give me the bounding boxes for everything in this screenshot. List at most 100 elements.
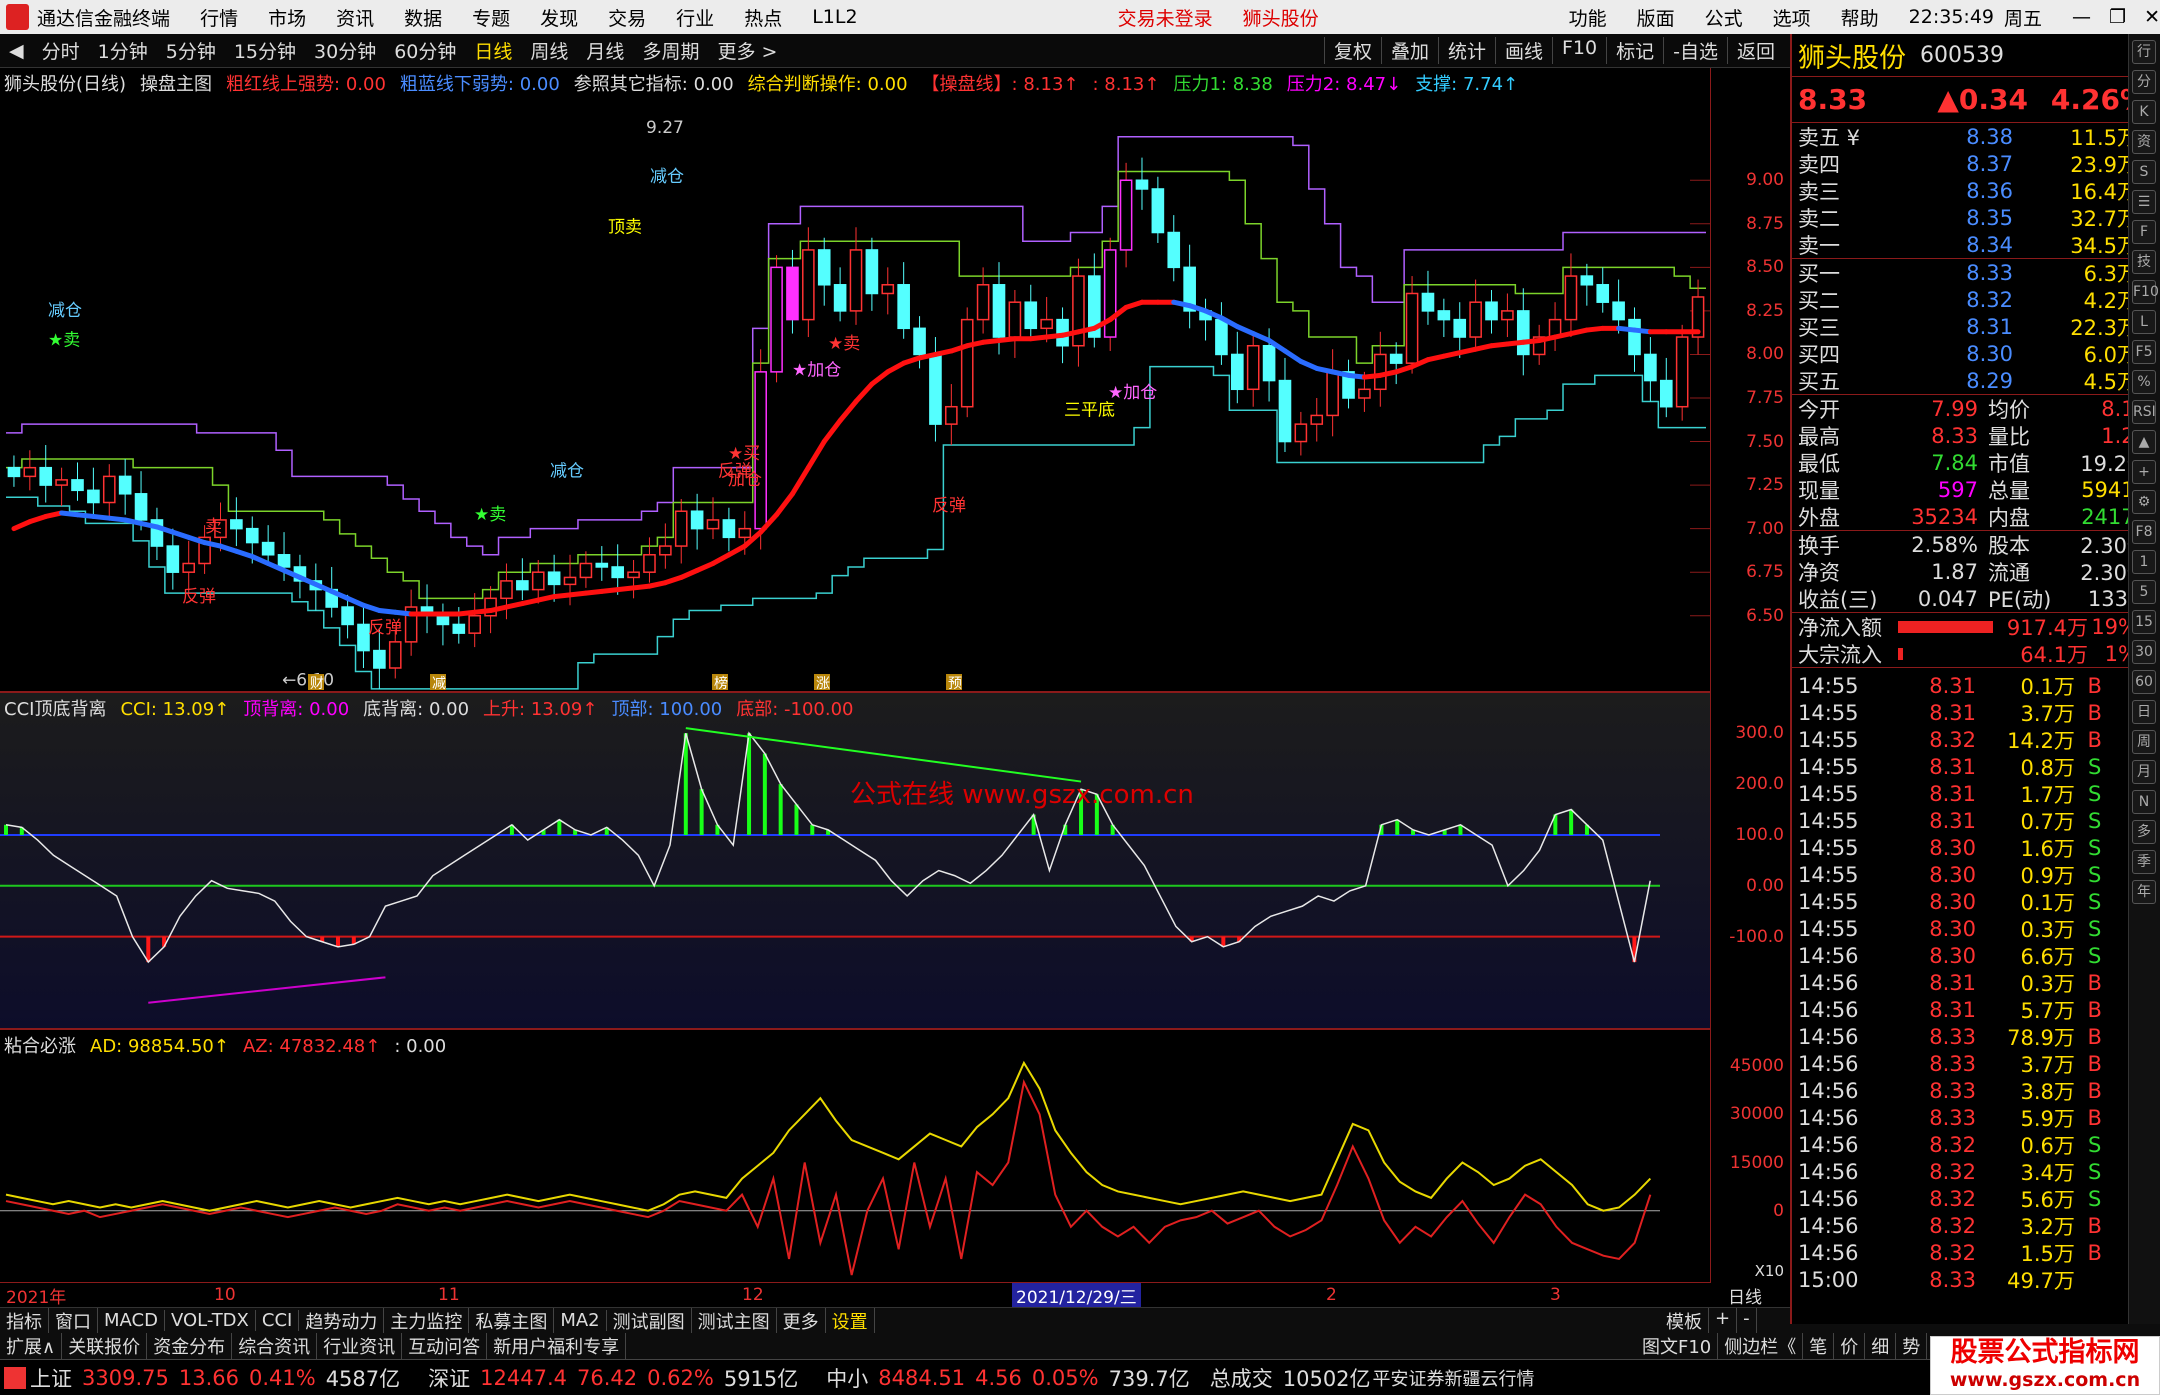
menu-item[interactable]: 数据 xyxy=(404,4,442,31)
sidebar-button[interactable]: 1 xyxy=(2132,550,2156,574)
extension-right-tab[interactable]: 图文F10 xyxy=(1636,1333,1719,1359)
login-status[interactable]: 交易未登录 xyxy=(1118,4,1213,31)
extension-right-tab[interactable]: 侧边栏《 xyxy=(1718,1333,1804,1359)
sidebar-button[interactable]: ▲ xyxy=(2132,430,2156,454)
sidebar-button[interactable]: F xyxy=(2132,220,2156,244)
menu-item[interactable]: 行情 xyxy=(200,4,238,31)
menu-item[interactable]: 版面 xyxy=(1637,4,1675,31)
tool-button[interactable]: 叠加 xyxy=(1380,37,1438,64)
close-icon[interactable]: ✕ xyxy=(2144,6,2160,28)
sidebar-button[interactable]: 分 xyxy=(2132,70,2156,94)
extension-tab[interactable]: 资金分布 xyxy=(147,1333,233,1359)
tick-list[interactable]: 14:558.310.1万B114:558.313.7万B114:558.321… xyxy=(1792,667,2160,1293)
period-tab[interactable]: 1分钟 xyxy=(89,37,157,64)
indicator-tab[interactable]: MA2 xyxy=(554,1310,607,1331)
sidebar-button[interactable]: + xyxy=(2132,460,2156,484)
extension-tab[interactable]: 互动问答 xyxy=(402,1333,488,1359)
sidebar-button[interactable]: F8 xyxy=(2132,520,2156,544)
order-book-row[interactable]: 买一 8.33 6.3万 xyxy=(1792,259,2160,286)
indicator-tab[interactable]: 主力监控 xyxy=(384,1308,470,1333)
period-tab[interactable]: 更多 > xyxy=(708,37,786,64)
order-book-row[interactable]: 买四 8.30 6.0万 xyxy=(1792,340,2160,367)
indicator-tab[interactable]: MACD xyxy=(98,1310,165,1331)
cci-chart[interactable]: 公式在线 www.gszx.com.cn xyxy=(0,693,1710,1028)
cci-panel[interactable]: CCI顶底背离 CCI: 13.09↑ 顶背离: 0.00 底背离: 0.00 上升: … xyxy=(0,693,1710,1030)
sidebar-button[interactable]: F5 xyxy=(2132,340,2156,364)
sidebar-button[interactable]: 季 xyxy=(2132,850,2156,874)
tool-button[interactable]: 返回 xyxy=(1726,37,1784,64)
extension-right-tab[interactable]: 笔 xyxy=(1803,1333,1835,1359)
order-book-row[interactable]: 卖三 8.36 16.4万 xyxy=(1792,177,2160,204)
menu-item[interactable]: 交易 xyxy=(608,4,646,31)
order-book-row[interactable]: 卖四 8.37 23.9万 xyxy=(1792,150,2160,177)
template-button[interactable]: - xyxy=(1737,1308,1757,1333)
indicator-tab[interactable]: 更多 xyxy=(777,1308,826,1333)
sidebar-button[interactable]: 30 xyxy=(2132,640,2156,664)
sidebar-button[interactable]: K xyxy=(2132,100,2156,124)
back-icon[interactable]: ◀ xyxy=(0,40,33,62)
sidebar-button[interactable]: 5 xyxy=(2132,580,2156,604)
restore-icon[interactable]: ❐ xyxy=(2109,6,2126,28)
sidebar-button[interactable]: N xyxy=(2132,790,2156,814)
tool-button[interactable]: 复权 xyxy=(1323,37,1381,64)
index-name[interactable]: 深证 xyxy=(428,1363,470,1393)
menu-item[interactable]: 热点 xyxy=(744,4,782,31)
main-chart-panel[interactable]: 狮头股份(日线) 操盘主图 粗红线上强势: 0.00 粗蓝线下弱势: 0.00 参照其它… xyxy=(0,68,1710,693)
ad-chart[interactable] xyxy=(0,1030,1710,1282)
order-book-row[interactable]: 卖五 ¥ 8.38 11.5万 xyxy=(1792,123,2160,150)
tool-button[interactable]: 标记 xyxy=(1606,37,1663,64)
period-tab[interactable]: 周线 xyxy=(521,37,577,64)
menu-item[interactable]: 行业 xyxy=(676,4,714,31)
indicator-tab[interactable]: 指标 xyxy=(0,1308,49,1333)
tool-button[interactable]: F10 xyxy=(1552,37,1606,64)
indicator-tab[interactable]: VOL-TDX xyxy=(165,1310,256,1331)
period-tab[interactable]: 15分钟 xyxy=(225,37,305,64)
sidebar-button[interactable]: 15 xyxy=(2132,610,2156,634)
sidebar-button[interactable]: 资 xyxy=(2132,130,2156,154)
menu-item[interactable]: 帮助 xyxy=(1841,4,1879,31)
sidebar-button[interactable]: 行 xyxy=(2132,40,2156,64)
period-tab[interactable]: 30分钟 xyxy=(305,37,385,64)
order-book-row[interactable]: 买二 8.32 4.2万 xyxy=(1792,286,2160,313)
order-book-row[interactable]: 卖二 8.35 32.7万 xyxy=(1792,204,2160,231)
menu-item[interactable]: 公式 xyxy=(1705,4,1743,31)
menu-item[interactable]: L1L2 xyxy=(812,6,857,28)
extension-tab[interactable]: 新用户福利专享 xyxy=(487,1333,627,1359)
sidebar-button[interactable]: S xyxy=(2132,160,2156,184)
menu-item[interactable]: 选项 xyxy=(1773,4,1811,31)
sidebar-button[interactable]: RSI xyxy=(2132,400,2156,424)
extension-tab[interactable]: 综合资讯 xyxy=(232,1333,318,1359)
indicator-tab[interactable]: 窗口 xyxy=(49,1308,98,1333)
menu-item[interactable]: 发现 xyxy=(540,4,578,31)
extension-tab[interactable]: 关联报价 xyxy=(62,1333,148,1359)
menu-item[interactable]: 资讯 xyxy=(336,4,374,31)
indicator-tab[interactable]: CCI xyxy=(256,1310,300,1331)
tool-button[interactable]: -自选 xyxy=(1663,37,1727,64)
sidebar-button[interactable]: L xyxy=(2132,310,2156,334)
minimize-icon[interactable]: — xyxy=(2072,6,2091,28)
tool-button[interactable]: 统计 xyxy=(1437,37,1495,64)
index-name[interactable]: 中小 xyxy=(826,1363,868,1393)
period-tab[interactable]: 分时 xyxy=(33,37,89,64)
sidebar-button[interactable]: 年 xyxy=(2132,880,2156,904)
extension-tab[interactable]: 行业资讯 xyxy=(317,1333,403,1359)
indicator-tab[interactable]: 趋势动力 xyxy=(299,1308,385,1333)
sidebar-button[interactable]: 技 xyxy=(2132,250,2156,274)
candlestick-chart[interactable]: 减仓★卖反弹卖反弹减仓★卖顶卖减仓9.27★买反弹加仓★加仓★卖反弹三平底★加仓… xyxy=(0,68,1710,691)
period-tab-selected[interactable]: 日线 xyxy=(465,37,521,64)
order-book-row[interactable]: 卖一 8.34 34.5万 xyxy=(1792,231,2160,258)
period-tab[interactable]: 月线 xyxy=(577,37,633,64)
order-book-row[interactable]: 买三 8.31 22.3万 xyxy=(1792,313,2160,340)
sidebar-button[interactable]: 多 xyxy=(2132,820,2156,844)
indicator-tab[interactable]: 私募主图 xyxy=(469,1308,555,1333)
menu-item[interactable]: 功能 xyxy=(1569,4,1607,31)
period-tab[interactable]: 60分钟 xyxy=(385,37,465,64)
sidebar-button[interactable]: 周 xyxy=(2132,730,2156,754)
sidebar-button[interactable]: 月 xyxy=(2132,760,2156,784)
extension-right-tab[interactable]: 势 xyxy=(1896,1333,1928,1359)
sidebar-button[interactable]: ☰ xyxy=(2132,190,2156,214)
period-tab[interactable]: 5分钟 xyxy=(157,37,225,64)
sidebar-button[interactable]: 日 xyxy=(2132,700,2156,724)
menu-item[interactable]: 专题 xyxy=(472,4,510,31)
extension-tab[interactable]: 扩展∧ xyxy=(0,1333,63,1359)
